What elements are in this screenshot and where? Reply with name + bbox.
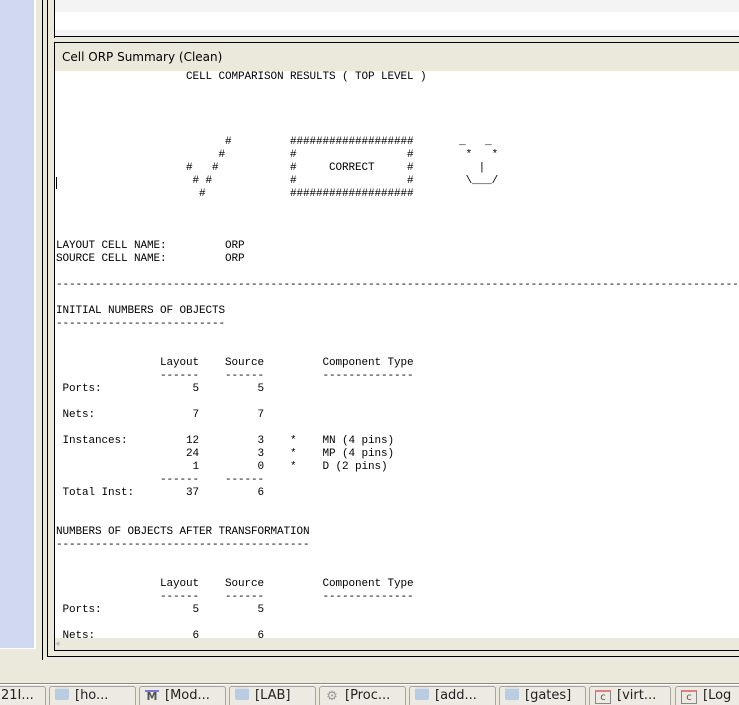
taskbar-item-label: [Mod... bbox=[165, 688, 210, 703]
comparison-report[interactable]: CELL COMPARISON RESULTS ( TOP LEVEL ) # … bbox=[55, 71, 739, 638]
left-panel-border bbox=[34, 0, 36, 648]
taskbar-item-label: [ho... bbox=[75, 688, 109, 703]
frame-divider bbox=[54, 650, 739, 651]
taskbar-item[interactable]: 21I... bbox=[0, 686, 46, 705]
upper-panel-row bbox=[55, 12, 739, 30]
taskbar-item[interactable]: c [Log bbox=[675, 686, 739, 705]
upper-panel-row bbox=[55, 30, 739, 36]
taskbar-item-label: 21I... bbox=[1, 688, 34, 703]
taskbar-item[interactable]: M [Mod... bbox=[139, 686, 226, 705]
horizontal-scrollbar[interactable]: ◂ bbox=[55, 638, 739, 650]
summary-title: Cell ORP Summary (Clean) bbox=[62, 50, 223, 64]
taskbar-item[interactable]: c [virt... bbox=[589, 686, 671, 705]
frame-divider bbox=[47, 656, 739, 657]
frame-divider bbox=[54, 42, 739, 43]
folder-icon bbox=[415, 687, 429, 700]
m-app-icon: M bbox=[145, 690, 159, 703]
taskbar-separator bbox=[0, 684, 739, 685]
taskbar-item[interactable]: [ho... bbox=[49, 686, 136, 705]
taskbar-item-label: [add... bbox=[435, 688, 477, 703]
taskbar-item-label: [gates] bbox=[525, 688, 572, 703]
taskbar-item[interactable]: [LAB] bbox=[229, 686, 316, 705]
frame-divider bbox=[47, 0, 48, 656]
taskbar: 21I... [ho... M [Mod... [LAB] ⚙ [Proc... [… bbox=[0, 686, 739, 705]
summary-header: Cell ORP Summary (Clean) bbox=[55, 44, 739, 71]
frame-divider bbox=[42, 0, 43, 660]
upper-panel-row bbox=[55, 0, 739, 12]
folder-icon bbox=[235, 687, 249, 700]
taskbar-item-label: [Proc... bbox=[345, 688, 391, 703]
folder-icon bbox=[505, 687, 519, 700]
taskbar-item[interactable]: [gates] bbox=[499, 686, 586, 705]
scroll-left-arrow-icon[interactable]: ◂ bbox=[55, 639, 65, 649]
taskbar-item-label: [LAB] bbox=[255, 688, 291, 703]
taskbar-item-label: [virt... bbox=[617, 688, 657, 703]
text-cursor bbox=[56, 177, 57, 189]
report-text: CELL COMPARISON RESULTS ( TOP LEVEL ) # … bbox=[56, 71, 739, 638]
frame-divider bbox=[54, 36, 739, 37]
folder-icon bbox=[55, 687, 69, 700]
left-side-panel bbox=[0, 0, 34, 648]
taskbar-item-label: [Log bbox=[703, 688, 732, 703]
upper-output-panel bbox=[55, 0, 739, 36]
frame-divider bbox=[0, 648, 36, 649]
gear-icon: ⚙ bbox=[326, 689, 338, 704]
taskbar-item[interactable]: [add... bbox=[409, 686, 496, 705]
taskbar-item[interactable]: ⚙ [Proc... bbox=[319, 686, 406, 705]
